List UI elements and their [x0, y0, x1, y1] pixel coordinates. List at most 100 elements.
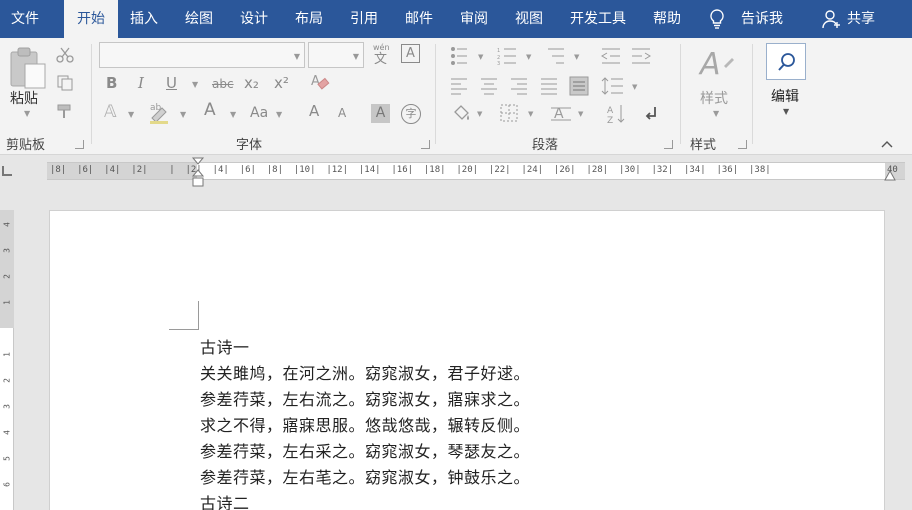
font-color-button[interactable]: A	[204, 102, 216, 119]
paragraph-group-label: 段落	[532, 138, 559, 153]
underline-dropdown-icon[interactable]: ▼	[192, 81, 198, 89]
format-painter-icon[interactable]	[56, 102, 74, 120]
doc-line[interactable]: 古诗二	[200, 490, 250, 510]
subscript-button[interactable]: x₂	[244, 76, 259, 91]
tab-file[interactable]: 文件	[11, 0, 39, 38]
enclose-char-button[interactable]: 字	[401, 104, 421, 124]
vertical-ruler-tick: 4	[2, 430, 12, 435]
increase-indent-button[interactable]	[630, 44, 654, 68]
tab-review[interactable]: 审阅	[460, 0, 488, 38]
word-window: 文件 开始 插入 绘图 设计 布局 引用 邮件 审阅 视图 开发工具 帮助 告诉…	[0, 0, 912, 510]
tab-view[interactable]: 视图	[515, 0, 543, 38]
paste-clipboard-icon[interactable]	[8, 46, 48, 90]
char-border-button[interactable]: A	[401, 44, 420, 63]
tab-references[interactable]: 引用	[350, 0, 378, 38]
tell-me-search[interactable]: 告诉我	[741, 0, 783, 38]
tab-home[interactable]: 开始	[64, 0, 118, 38]
collapse-ribbon-icon[interactable]	[881, 140, 893, 148]
chinese-layout-button[interactable]	[549, 102, 591, 126]
sort-button[interactable]	[603, 102, 629, 126]
clipboard-dialog-launcher-icon[interactable]	[75, 140, 84, 149]
numbering-button[interactable]	[494, 44, 534, 68]
highlight-dropdown-icon[interactable]: ▼	[180, 111, 186, 119]
styles-button[interactable]: 样式	[700, 88, 728, 108]
borders-button[interactable]	[499, 102, 539, 126]
clear-formatting-icon[interactable]: A	[310, 72, 330, 92]
doc-line[interactable]: 参差荇菜，左右芼之。窈窕淑女，钟鼓乐之。	[200, 464, 530, 488]
underline-button[interactable]: U	[166, 76, 177, 91]
doc-line[interactable]: 求之不得，寤寐思服。悠哉悠哉，辗转反侧。	[200, 412, 530, 436]
group-separator	[680, 44, 681, 144]
styles-dialog-launcher-icon[interactable]	[738, 140, 747, 149]
doc-line[interactable]: 关关雎鸠，在河之洲。窈窕淑女，君子好逑。	[200, 360, 530, 384]
doc-line[interactable]: 古诗一	[200, 334, 250, 358]
styles-dropdown-icon[interactable]: ▼	[713, 110, 719, 118]
align-left-button[interactable]	[449, 74, 471, 98]
tab-insert[interactable]: 插入	[130, 0, 158, 38]
char-shading-button[interactable]: A	[371, 104, 390, 123]
share-button[interactable]: 共享	[847, 0, 875, 38]
vertical-ruler[interactable]: 4 3 2 1 1 2 3 4 5 6	[0, 210, 14, 510]
find-button[interactable]	[766, 43, 806, 80]
strikethrough-button[interactable]: abc	[212, 78, 234, 90]
vertical-ruler-tick: 3	[2, 404, 12, 409]
horizontal-ruler[interactable]: |8| |6| |4| |2| | |2| |4| |6| |8| |10| |…	[47, 162, 905, 180]
tab-selector-icon[interactable]	[2, 166, 12, 176]
ruler-row: |8| |6| |4| |2| | |2| |4| |6| |8| |10| |…	[0, 156, 912, 188]
tab-layout[interactable]: 布局	[295, 0, 323, 38]
text-effects-button[interactable]: 𝔸	[104, 104, 117, 121]
text-highlight-icon[interactable]: ab	[148, 100, 172, 124]
paste-button[interactable]: 粘贴	[10, 88, 38, 108]
document-page[interactable]: 古诗一 关关雎鸠，在河之洲。窈窕淑女，君子好逑。 参差荇菜，左右流之。窈窕淑女，…	[49, 210, 885, 510]
superscript-button[interactable]: x²	[274, 76, 289, 91]
decrease-indent-button[interactable]	[600, 44, 624, 68]
cut-scissors-icon[interactable]	[56, 46, 74, 64]
text-effects-dropdown-icon[interactable]: ▼	[128, 111, 134, 119]
multilevel-list-button[interactable]	[544, 44, 586, 68]
grow-font-button[interactable]: A	[309, 104, 319, 119]
font-size-combo[interactable]: ▼	[308, 42, 364, 68]
shading-button[interactable]	[449, 102, 489, 126]
doc-line[interactable]: 参差荇菜，左右流之。窈窕淑女，寤寐求之。	[200, 386, 530, 410]
svg-text:A: A	[311, 74, 320, 89]
change-case-button[interactable]: Aa	[250, 106, 268, 120]
tab-mailings[interactable]: 邮件	[405, 0, 433, 38]
editing-dropdown-icon[interactable]: ▼	[783, 108, 789, 116]
italic-button[interactable]: I	[138, 76, 144, 91]
right-indent-marker-icon[interactable]	[884, 170, 896, 182]
change-case-dropdown-icon[interactable]: ▼	[276, 111, 282, 119]
paste-dropdown-icon[interactable]: ▼	[24, 110, 30, 118]
font-name-combo[interactable]: ▼	[99, 42, 305, 68]
tab-draw[interactable]: 绘图	[185, 0, 213, 38]
lightbulb-icon[interactable]	[709, 9, 725, 29]
group-separator	[91, 44, 92, 144]
tab-help[interactable]: 帮助	[653, 0, 681, 38]
vertical-ruler-tick: 1	[2, 300, 12, 305]
doc-line[interactable]: 参差荇菜，左右采之。窈窕淑女，琴瑟友之。	[200, 438, 530, 462]
styles-gallery-icon[interactable]: A	[698, 46, 734, 82]
paragraph-dialog-launcher-icon[interactable]	[664, 140, 673, 149]
distributed-button[interactable]	[568, 74, 590, 98]
justify-button[interactable]	[539, 74, 561, 98]
share-person-icon[interactable]	[822, 9, 842, 29]
vertical-ruler-tick: 5	[2, 456, 12, 461]
bullets-button[interactable]	[448, 44, 484, 68]
indent-markers-icon[interactable]	[191, 156, 205, 188]
tab-developer[interactable]: 开发工具	[570, 0, 626, 38]
vertical-ruler-tick: 2	[2, 274, 12, 279]
align-center-button[interactable]	[479, 74, 501, 98]
editing-button[interactable]: 编辑	[771, 86, 799, 106]
font-color-dropdown-icon[interactable]: ▼	[230, 111, 236, 119]
show-hide-marks-button[interactable]	[642, 102, 666, 126]
line-spacing-button[interactable]	[603, 74, 643, 98]
chevron-down-icon: ▼	[352, 52, 359, 61]
copy-icon[interactable]	[56, 74, 74, 92]
align-right-button[interactable]	[509, 74, 531, 98]
bold-button[interactable]: B	[106, 76, 117, 91]
tab-design[interactable]: 设计	[240, 0, 268, 38]
vertical-ruler-tick: 4	[2, 222, 12, 227]
font-dialog-launcher-icon[interactable]	[421, 140, 430, 149]
margin-corner-mark	[169, 329, 199, 330]
phonetic-guide-button[interactable]: 文	[374, 53, 387, 66]
shrink-font-button[interactable]: A	[338, 107, 346, 119]
